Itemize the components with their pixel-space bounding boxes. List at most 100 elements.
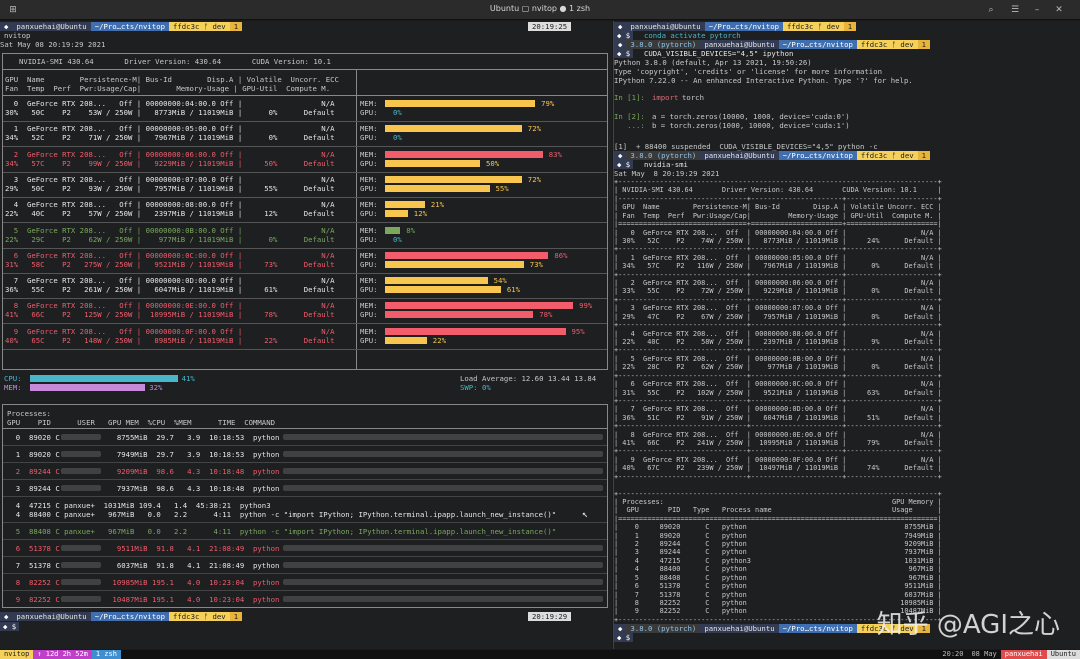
- mem-usage-percent: 99%: [579, 301, 593, 311]
- status-time: 20:20: [942, 650, 964, 658]
- gpu-label: GPU:: [360, 285, 378, 295]
- gpu-label: GPU:: [360, 310, 378, 320]
- process-row[interactable]: 0 89020 C 8755MiB 29.7 3.9 10:18:53 pyth…: [7, 433, 280, 442]
- cursor-prompt[interactable]: ◆ $: [0, 622, 20, 631]
- smi-output-line: | 31% 55C P2 102W / 250W | 9521MiB / 110…: [614, 388, 942, 397]
- smi-output-line: | 4 88400 C python 967MiB |: [614, 565, 942, 574]
- redacted-command: [283, 485, 603, 491]
- gpu-util-percent: 0%: [393, 133, 402, 143]
- command-text: nvitop: [4, 31, 31, 40]
- apple-icon: ◆: [614, 624, 627, 633]
- menu-icon[interactable]: ☰: [1008, 3, 1022, 17]
- processes-title: Processes:: [7, 409, 51, 418]
- python-info: Type 'copyright', 'credits' or 'license'…: [614, 67, 882, 76]
- right-pane-terminal[interactable]: ◆ panxuehai@Ubuntu ~/Pro…cts/nvitop ffdc3c …: [613, 21, 1080, 649]
- prompt-user: panxuehai@Ubuntu: [700, 40, 779, 49]
- mem-label: MEM:: [360, 326, 378, 336]
- gpu-info-line-1: 8 GeForce RTX 208... Off | 00000000:0E:0…: [5, 301, 335, 311]
- status-window[interactable]: 1 zsh: [91, 650, 121, 659]
- process-row[interactable]: 8 82252 C 10985MiB 195.1 4.0 10:23:04 py…: [7, 578, 280, 587]
- prompt-stash: 1: [229, 22, 243, 31]
- gpu-row[interactable]: 2 GeForce RTX 208... Off | 00000000:06:0…: [3, 148, 607, 173]
- proc-row-separator: [3, 539, 607, 540]
- smi-output-line: | 5 GeForce RTX 208... Off | 00000000:0B…: [614, 354, 942, 363]
- apple-icon: ◆: [0, 22, 13, 31]
- gpu-row[interactable]: 3 GeForce RTX 208... Off | 00000000:07:0…: [3, 173, 607, 198]
- proc-row-separator: [3, 590, 607, 591]
- smi-output-line: |=======================================…: [614, 514, 942, 523]
- gpu-row[interactable]: 9 GeForce RTX 208... Off | 00000000:0F:0…: [3, 325, 607, 350]
- gpu-row[interactable]: 0 GeForce RTX 208... Off | 00000000:04:0…: [3, 97, 607, 122]
- process-row[interactable]: 9 82252 C 10487MiB 195.1 4.0 10:23:04 py…: [7, 595, 280, 604]
- gpu-row[interactable]: 7 GeForce RTX 208... Off | 00000000:0D:0…: [3, 274, 607, 300]
- mem-label: MEM:: [360, 174, 378, 184]
- smi-output-line: | 3 GeForce RTX 208... Off | 00000000:07…: [614, 304, 942, 313]
- gpu-info-line-1: 4 GeForce RTX 208... Off | 00000000:08:0…: [5, 200, 335, 210]
- gpu-row[interactable]: 1 GeForce RTX 208... Off | 00000000:05:0…: [3, 122, 607, 148]
- row-separator: [3, 348, 607, 350]
- apple-icon: ◆: [614, 40, 627, 49]
- apple-icon: ◆: [0, 612, 13, 621]
- mem-label: MEM:: [360, 250, 378, 260]
- process-row[interactable]: 4 88400 C panxue+ 967MiB 0.0 2.2 4:11 py…: [7, 510, 556, 519]
- smi-output-line: +-------------------------------+-------…: [614, 245, 942, 254]
- gpu-row[interactable]: 8 GeForce RTX 208... Off | 00000000:0E:0…: [3, 299, 607, 325]
- minimize-icon[interactable]: –: [1030, 3, 1044, 17]
- smi-colheader-1: GPU Name Persistence-M| Bus-Id Disp.A | …: [5, 75, 339, 84]
- redacted-user: [61, 485, 101, 491]
- gpu-row[interactable]: 5 GeForce RTX 208... Off | 00000000:0B:0…: [3, 224, 607, 249]
- mem-usage-bar: [385, 226, 401, 234]
- process-row[interactable]: 2 89244 C 9209MiB 98.6 4.3 10:18:48 pyth…: [7, 467, 280, 476]
- search-icon[interactable]: ⌕: [984, 3, 998, 17]
- prompt-line: ◆ panxuehai@Ubuntu ~/Pro…cts/nvitop ffdc3c …: [614, 22, 857, 31]
- smi-date: Sat May 8 20:19:29 2021: [614, 169, 720, 178]
- gpu-util-percent: 61%: [506, 285, 521, 295]
- smi-output-line: | 2 89244 C python 9209MiB |: [614, 540, 942, 549]
- gpu-util-percent: 0%: [393, 108, 402, 117]
- prompt-path: ~/Pro…cts/nvitop: [778, 151, 857, 160]
- process-row[interactable]: 1 89020 C 7949MiB 29.7 3.9 10:18:53 pyth…: [7, 450, 280, 459]
- proc-row-separator: [3, 573, 607, 574]
- host-mem-percent: 32%: [149, 383, 163, 392]
- prompt-git: ffdc3c ᚠ dev: [856, 151, 918, 160]
- ipython-continuation: ...:: [614, 121, 645, 130]
- status-host: Ubuntu: [1046, 650, 1080, 659]
- prompt-venv: 3.8.0 (pytorch): [626, 40, 701, 49]
- smi-output-line: +-------------------------------+-------…: [614, 270, 942, 279]
- job-suspended: [1] + 88400 suspended CUDA_VISIBLE_DEVIC…: [614, 142, 878, 151]
- mem-label: MEM:: [360, 301, 378, 311]
- prompt-stash: 1: [843, 22, 857, 31]
- redacted-user: [61, 562, 101, 568]
- process-row[interactable]: 4 47215 C panxue+ 1031MiB 109.4 1.4 45:3…: [7, 501, 271, 510]
- process-row[interactable]: 3 89244 C 7937MiB 98.6 4.3 10:18:48 pyth…: [7, 484, 280, 493]
- status-date: 08 May: [971, 650, 997, 658]
- gpu-row[interactable]: 4 GeForce RTX 208... Off | 00000000:08:0…: [3, 198, 607, 224]
- mem-usage-percent: 54%: [493, 276, 507, 286]
- redacted-user: [61, 434, 101, 440]
- close-icon[interactable]: ✕: [1052, 3, 1066, 17]
- gpu-info-line-2: 36% 55C P2 261W / 250W | 6047MiB / 11019…: [5, 285, 335, 295]
- gpu-label: GPU:: [360, 133, 378, 143]
- mem-label: MEM:: [360, 124, 378, 134]
- date-text: Sat May 08 20:19:29 2021: [0, 40, 106, 49]
- cursor-prompt[interactable]: ◆ $: [614, 633, 634, 642]
- redacted-command: [283, 596, 603, 602]
- gpu-label: GPU:: [360, 335, 378, 345]
- process-row[interactable]: 6 51378 C 9511MiB 91.8 4.1 21:08:49 pyth…: [7, 544, 280, 553]
- gpu-util-percent: 50%: [486, 158, 500, 168]
- left-pane-nvitop[interactable]: ◆ panxuehai@Ubuntu ~/Pro…cts/nvitop ffdc3c …: [0, 21, 612, 649]
- gpu-row[interactable]: 6 GeForce RTX 208... Off | 00000000:0C:0…: [3, 249, 607, 274]
- prompt-git: ffdc3c ᚠ dev: [783, 22, 844, 31]
- smi-output-line: | 2 GeForce RTX 208... Off | 00000000:06…: [614, 279, 942, 288]
- status-session[interactable]: nvitop: [0, 650, 34, 659]
- mem-usage-percent: 21%: [430, 200, 445, 210]
- smi-output-line: | 6 GeForce RTX 208... Off | 00000000:0C…: [614, 380, 942, 389]
- smi-output-line: +---------------------------------------…: [614, 489, 942, 498]
- smi-output-line: | 7 51378 C python 6037MiB |: [614, 590, 942, 599]
- process-row[interactable]: 7 51378 C 6037MiB 91.8 4.1 21:08:49 pyth…: [7, 561, 280, 570]
- gpu-info-line-1: 7 GeForce RTX 208... Off | 00000000:0D:0…: [5, 276, 335, 286]
- process-row[interactable]: 5 88408 C panxue+ 967MiB 0.0 2.2 4:11 py…: [7, 527, 556, 536]
- ipython-code-b: b = torch.zeros(1000, 10000, device='cud…: [652, 121, 850, 130]
- mem-label: MEM:: [360, 99, 378, 108]
- mem-usage-bar: [385, 277, 488, 285]
